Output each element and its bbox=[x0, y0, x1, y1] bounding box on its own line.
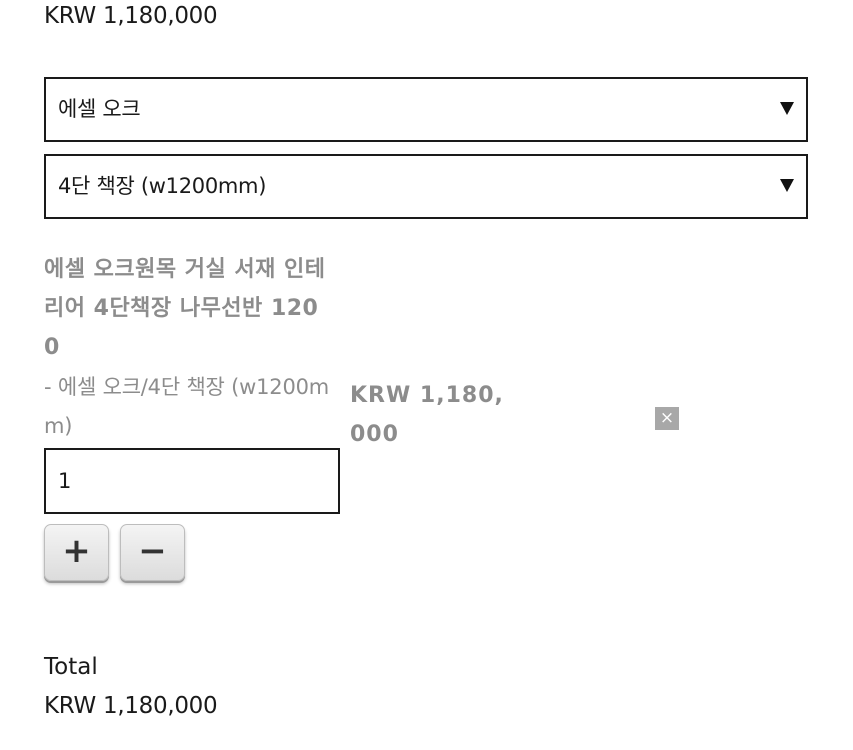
selected-item-price: KRW 1,180,000 bbox=[350, 383, 504, 447]
color-option-select[interactable]: 에셀 오크 bbox=[44, 77, 808, 142]
dropdown-arrow-icon bbox=[780, 102, 794, 115]
product-price: KRW 1,180,000 bbox=[44, 3, 218, 29]
quantity-decrease-button[interactable]: − bbox=[120, 524, 185, 581]
remove-item-button[interactable]: × bbox=[655, 407, 679, 430]
quantity-increase-button[interactable]: + bbox=[44, 524, 109, 581]
color-option-selected-value: 에셀 오크 bbox=[58, 97, 141, 121]
quantity-input[interactable] bbox=[44, 448, 340, 514]
selected-item-option: - 에셀 오크/4단 책장 (w1200mm) bbox=[44, 375, 330, 438]
selected-item-name: 에셀 오크원목 거실 서재 인테리어 4단책장 나무선반 1200 bbox=[44, 257, 326, 360]
close-icon: × bbox=[659, 408, 675, 428]
type-option-selected-value: 4단 책장 (w1200mm) bbox=[58, 174, 267, 198]
total-label: Total bbox=[44, 654, 98, 680]
minus-icon: − bbox=[138, 530, 167, 571]
type-option-select[interactable]: 4단 책장 (w1200mm) bbox=[44, 154, 808, 219]
plus-icon: + bbox=[62, 530, 91, 571]
dropdown-arrow-icon bbox=[780, 179, 794, 192]
total-price: KRW 1,180,000 bbox=[44, 693, 218, 719]
